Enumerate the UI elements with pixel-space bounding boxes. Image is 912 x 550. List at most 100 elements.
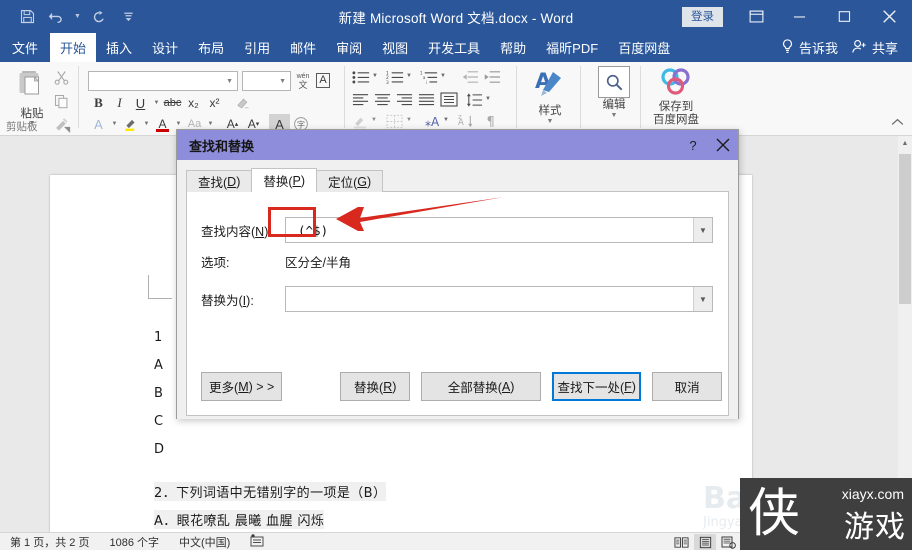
tab-help[interactable]: 帮助 — [490, 33, 536, 62]
tab-file[interactable]: 文件 — [0, 33, 50, 62]
undo-dropdown-icon[interactable]: ▼ — [72, 5, 83, 29]
asian-layout-dropdown-icon[interactable]: ▼ — [443, 117, 449, 123]
customize-qat-icon[interactable] — [115, 5, 141, 29]
numbering-dropdown-icon[interactable]: ▼ — [406, 73, 412, 79]
undo-icon[interactable] — [43, 5, 69, 29]
tab-baidu-netdisk[interactable]: 百度网盘 — [608, 33, 680, 62]
tab-layout[interactable]: 布局 — [188, 33, 234, 62]
save-icon[interactable] — [14, 5, 40, 29]
sign-in-button[interactable]: 登录 — [682, 6, 723, 27]
language-indicator[interactable]: 中文(中国) — [179, 534, 230, 550]
ribbon-display-options-icon[interactable] — [735, 0, 777, 33]
line-spacing-button[interactable] — [466, 93, 483, 107]
tab-insert[interactable]: 插入 — [96, 33, 142, 62]
font-name-dropdown-icon[interactable]: ▼ — [226, 78, 233, 85]
zoom-in-button[interactable]: + — [848, 534, 864, 550]
text-effects-button[interactable]: A — [88, 114, 109, 134]
more-button[interactable]: 更多(M) > > — [201, 372, 283, 401]
subscript-button[interactable]: x₂ — [183, 93, 204, 113]
dialog-tab-find[interactable]: 查找(D) — [186, 170, 253, 192]
underline-dropdown-icon[interactable]: ▼ — [151, 93, 162, 113]
numbering-button[interactable]: 123 — [386, 70, 405, 85]
justify-button[interactable] — [418, 93, 435, 106]
replace-all-button[interactable]: 全部替换(A) — [421, 372, 542, 401]
bullets-button[interactable] — [352, 70, 371, 85]
italic-button[interactable]: I — [109, 93, 130, 113]
maximize-icon[interactable] — [822, 0, 867, 33]
align-left-button[interactable] — [352, 93, 369, 106]
tab-references[interactable]: 引用 — [234, 33, 280, 62]
find-what-input[interactable]: (^$) — [286, 223, 693, 238]
print-layout-button[interactable] — [694, 534, 716, 550]
save-to-baidu-netdisk-button[interactable]: 保存到 百度网盘 — [646, 66, 706, 127]
distribute-button[interactable] — [440, 92, 458, 107]
font-size-combo[interactable]: ▼ — [242, 71, 291, 91]
clipboard-dialog-launcher-icon[interactable]: ◥ — [64, 125, 70, 134]
shading-button[interactable] — [352, 114, 369, 129]
copy-icon[interactable] — [54, 94, 69, 114]
text-highlight-button[interactable] — [120, 114, 141, 134]
replace-with-combo[interactable]: ▼ — [285, 286, 713, 312]
tab-mailings[interactable]: 邮件 — [280, 33, 326, 62]
superscript-button[interactable]: x² — [204, 93, 225, 113]
page-indicator[interactable]: 第 1 页，共 2 页 — [10, 534, 89, 550]
multilevel-list-button[interactable]: 1ai — [420, 70, 439, 85]
borders-dropdown-icon[interactable]: ▼ — [406, 117, 412, 123]
underline-button[interactable]: U — [130, 93, 151, 113]
sort-button[interactable]: AZ — [458, 114, 475, 128]
read-mode-button[interactable] — [670, 534, 692, 550]
tab-view[interactable]: 视图 — [372, 33, 418, 62]
text-effects-dropdown-icon[interactable]: ▼ — [109, 114, 120, 134]
word-count[interactable]: 1086 个字 — [109, 534, 159, 550]
decrease-indent-button[interactable] — [462, 70, 479, 84]
tab-home[interactable]: 开始 — [50, 33, 97, 62]
tab-foxit-pdf[interactable]: 福昕PDF — [536, 33, 608, 62]
font-size-dropdown-icon[interactable]: ▼ — [279, 78, 286, 85]
font-name-combo[interactable]: ▼ — [88, 71, 238, 91]
help-icon[interactable]: ? — [678, 130, 708, 160]
bold-button[interactable]: B — [88, 93, 109, 113]
share-button[interactable]: 共享 — [846, 33, 912, 62]
multilevel-dropdown-icon[interactable]: ▼ — [440, 73, 446, 79]
collapse-ribbon-icon[interactable] — [891, 114, 904, 132]
asian-layout-button[interactable]: ⁎A — [424, 114, 442, 129]
zoom-percent-label[interactable]: 100% — [872, 536, 906, 548]
vertical-scrollbar[interactable]: ▲ ▼ — [898, 136, 912, 532]
scrollbar-thumb[interactable] — [899, 154, 911, 304]
scroll-up-icon[interactable]: ▲ — [898, 136, 912, 151]
cancel-button[interactable]: 取消 — [652, 372, 722, 401]
replace-with-dropdown-icon[interactable]: ▼ — [693, 287, 712, 311]
dialog-close-icon[interactable] — [708, 130, 738, 160]
shading-dropdown-icon[interactable]: ▼ — [371, 117, 377, 123]
redo-icon[interactable] — [86, 5, 112, 29]
styles-button[interactable]: A 样式 ▼ — [524, 66, 576, 125]
dialog-tab-replace[interactable]: 替换(P) — [251, 168, 318, 192]
borders-button[interactable] — [386, 114, 403, 129]
tab-review[interactable]: 审阅 — [326, 33, 372, 62]
highlight-dropdown-icon[interactable]: ▼ — [141, 114, 152, 134]
align-right-button[interactable] — [396, 93, 413, 106]
find-what-dropdown-icon[interactable]: ▼ — [693, 218, 712, 242]
phonetic-guide-icon[interactable]: wén 文 — [293, 71, 313, 91]
tell-me-button[interactable]: 告诉我 — [773, 33, 846, 62]
clear-formatting-icon[interactable] — [232, 93, 253, 113]
styles-dropdown-icon[interactable]: ▼ — [524, 118, 576, 125]
editing-button[interactable]: 编辑 ▼ — [588, 66, 640, 119]
minimize-icon[interactable] — [777, 0, 822, 33]
dialog-tab-goto[interactable]: 定位(G) — [316, 170, 384, 192]
tab-developer[interactable]: 开发工具 — [418, 33, 490, 62]
zoom-slider-handle[interactable] — [799, 536, 804, 548]
strikethrough-button[interactable]: abc — [162, 93, 183, 113]
zoom-slider[interactable] — [760, 534, 846, 550]
find-next-button[interactable]: 查找下一处(F) — [552, 372, 642, 401]
line-spacing-dropdown-icon[interactable]: ▼ — [485, 96, 491, 102]
bullets-dropdown-icon[interactable]: ▼ — [372, 73, 378, 79]
scroll-down-icon[interactable]: ▼ — [898, 517, 912, 532]
increase-indent-button[interactable] — [484, 70, 501, 84]
editing-dropdown-icon[interactable]: ▼ — [588, 112, 640, 119]
character-border-icon[interactable]: A — [313, 70, 333, 91]
font-color-button[interactable]: A — [152, 114, 173, 134]
tab-design[interactable]: 设计 — [142, 33, 188, 62]
zoom-out-button[interactable]: − — [742, 534, 758, 550]
web-layout-button[interactable] — [718, 534, 740, 550]
